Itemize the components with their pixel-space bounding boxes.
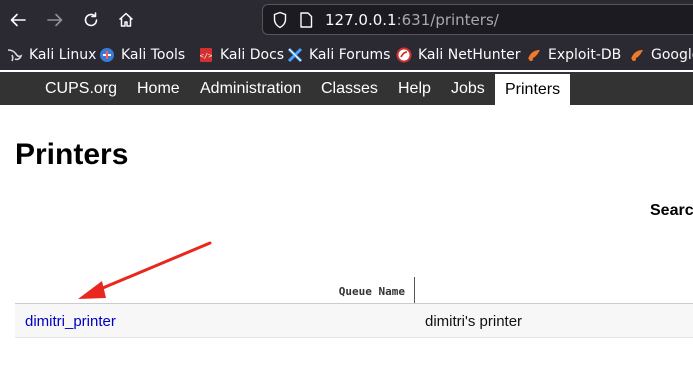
home-button[interactable]	[114, 8, 138, 32]
url-host: 127.0.0.1	[325, 11, 397, 29]
nav-cups-org[interactable]: CUPS.org	[45, 72, 117, 105]
nethunter-icon	[396, 47, 412, 63]
reload-button[interactable]	[79, 8, 103, 32]
nav-printers[interactable]: Printers	[495, 74, 571, 105]
page-icon	[300, 12, 313, 28]
exploit-db-icon	[528, 50, 540, 61]
bookmark-label: Kali NetHunter	[418, 47, 521, 63]
bookmark-label: Google	[651, 47, 693, 63]
bookmark-exploit-db[interactable]: Exploit-DB	[526, 46, 621, 64]
arrow-right-icon	[47, 13, 63, 27]
nav-administration[interactable]: Administration	[200, 72, 301, 105]
page-title: Printers	[15, 138, 129, 171]
url-text[interactable]: 127.0.0.1:631/printers/	[325, 11, 499, 29]
forward-button[interactable]	[43, 8, 67, 32]
bookmark-kali-nethunter[interactable]: Kali NetHunter	[396, 46, 520, 64]
column-divider	[414, 277, 415, 303]
nav-jobs[interactable]: Jobs	[451, 72, 485, 105]
printer-description: dimitri's printer	[425, 313, 523, 330]
url-bar[interactable]: 127.0.0.1:631/printers/	[262, 4, 693, 35]
home-icon	[118, 12, 134, 27]
bookmark-label: Kali Forums	[309, 47, 391, 63]
kali-forums-icon	[287, 47, 303, 63]
table-row: dimitri_printer dimitri's printer	[15, 304, 693, 338]
kali-dragon-icon	[7, 49, 23, 62]
table-header: Queue Name	[15, 277, 693, 304]
svg-text:</>: </>	[200, 52, 213, 60]
bookmark-kali-tools[interactable]: Kali Tools	[99, 46, 185, 64]
nav-home[interactable]: Home	[137, 72, 180, 105]
nav-classes[interactable]: Classes	[321, 72, 378, 105]
bookmark-kali-linux[interactable]: Kali Linux	[7, 46, 96, 64]
reload-icon	[84, 12, 98, 27]
kali-docs-icon: </>	[200, 48, 213, 62]
bookmark-label: Exploit-DB	[548, 47, 622, 63]
back-button[interactable]	[6, 8, 30, 32]
kali-tools-icon	[100, 48, 114, 62]
url-path: :631/printers/	[396, 11, 499, 29]
nav-help[interactable]: Help	[398, 72, 431, 105]
search-label: Search	[650, 202, 693, 219]
bookmark-label: Kali Tools	[121, 47, 186, 63]
bookmark-kali-forums[interactable]: Kali Forums	[287, 46, 390, 64]
shield-icon[interactable]	[272, 11, 288, 29]
column-header-queue-name[interactable]: Queue Name	[339, 285, 405, 298]
browser-toolbar: 127.0.0.1:631/printers/	[0, 0, 693, 40]
bookmarks-bar: Kali Linux Kali Tools </> Kali Docs Kali…	[0, 40, 693, 70]
bookmark-label: Kali Linux	[29, 47, 97, 63]
bookmark-kali-docs[interactable]: </> Kali Docs	[198, 46, 284, 64]
bookmark-google-hacking-db[interactable]: Google	[629, 46, 693, 64]
google-hacking-db-icon	[631, 50, 643, 61]
bookmark-label: Kali Docs	[220, 47, 285, 63]
printer-queue-link[interactable]: dimitri_printer	[25, 313, 116, 330]
cups-nav-bar: CUPS.org Home Administration Classes Hel…	[0, 72, 693, 105]
arrow-left-icon	[10, 13, 26, 27]
